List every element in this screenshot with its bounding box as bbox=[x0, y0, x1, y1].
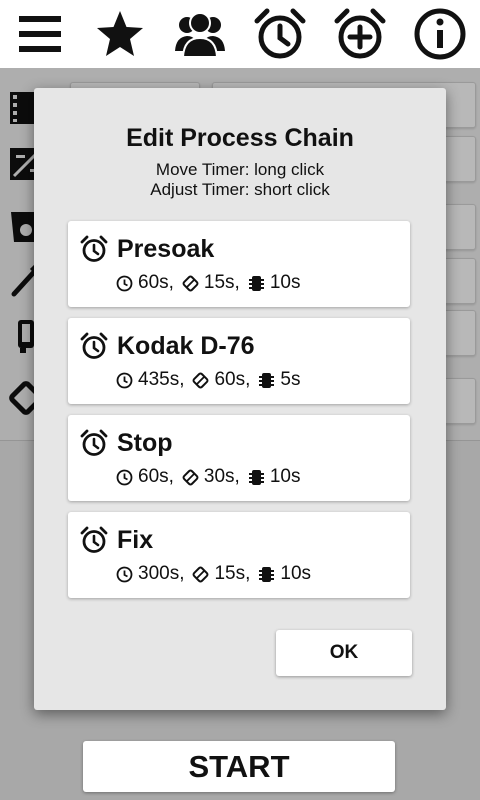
clock-icon bbox=[116, 275, 133, 291]
info-button[interactable] bbox=[410, 4, 470, 64]
menu-icon bbox=[19, 16, 61, 52]
adjust-timer-hint: Adjust Timer: short click bbox=[150, 180, 330, 199]
agitation-icon bbox=[182, 469, 199, 485]
clock-icon bbox=[116, 372, 133, 388]
step-timings: 435s, 60s, 5s bbox=[116, 369, 300, 391]
process-step[interactable]: Fix 300s, 15s, 10s bbox=[68, 512, 410, 598]
alarm-icon bbox=[80, 235, 108, 262]
info-icon bbox=[414, 8, 466, 60]
step-duration: 60s, bbox=[138, 466, 174, 487]
drain-icon bbox=[248, 275, 264, 291]
step-drain: 10s bbox=[269, 272, 301, 293]
ok-button[interactable]: OK bbox=[276, 630, 412, 676]
drain-icon bbox=[259, 372, 275, 388]
move-timer-hint: Move Timer: long click bbox=[155, 160, 325, 179]
agitation-icon bbox=[193, 566, 209, 582]
step-agitation: 30s, bbox=[203, 466, 240, 487]
step-timings: 300s, 15s, 10s bbox=[116, 563, 311, 585]
step-timings: 60s, 15s, 10s bbox=[116, 272, 300, 294]
step-timings: 60s, 30s, 10s bbox=[116, 466, 300, 488]
favorites-button[interactable] bbox=[90, 4, 150, 64]
step-drain: 10s bbox=[280, 563, 312, 584]
alarm-add-icon bbox=[334, 8, 386, 59]
step-agitation: 60s, bbox=[214, 369, 251, 390]
process-step[interactable]: Presoak 60s, 15s, 10s bbox=[68, 221, 410, 307]
people-icon bbox=[175, 12, 225, 58]
step-agitation: 15s, bbox=[214, 563, 251, 584]
step-name: Stop bbox=[117, 429, 173, 457]
alarm-clock-icon bbox=[254, 8, 306, 59]
step-duration: 60s, bbox=[138, 272, 174, 293]
step-duration: 435s, bbox=[138, 369, 185, 390]
dialog-title: Edit Process Chain bbox=[126, 124, 354, 152]
step-name: Fix bbox=[117, 526, 154, 554]
start-button[interactable]: START bbox=[83, 741, 395, 792]
step-drain: 5s bbox=[280, 369, 301, 390]
step-name: Presoak bbox=[117, 235, 215, 263]
edit-process-chain-dialog: Edit Process Chain Move Timer: long clic… bbox=[34, 88, 446, 710]
agitation-icon bbox=[193, 372, 209, 388]
agitation-icon bbox=[182, 275, 199, 291]
step-drain: 10s bbox=[269, 466, 301, 487]
star-icon bbox=[97, 11, 143, 56]
alarm-icon bbox=[80, 526, 108, 553]
drain-icon bbox=[248, 469, 264, 485]
drain-icon bbox=[259, 566, 275, 582]
clock-icon bbox=[116, 469, 133, 485]
clock-icon bbox=[116, 566, 133, 582]
step-agitation: 15s, bbox=[203, 272, 240, 293]
timers-button[interactable] bbox=[250, 4, 310, 64]
step-duration: 300s, bbox=[138, 563, 185, 584]
step-name: Kodak D-76 bbox=[117, 332, 255, 360]
add-timer-button[interactable] bbox=[330, 4, 390, 64]
process-step[interactable]: Stop 60s, 30s, 10s bbox=[68, 415, 410, 501]
menu-button[interactable] bbox=[10, 4, 70, 64]
top-toolbar bbox=[0, 0, 480, 68]
alarm-icon bbox=[80, 429, 108, 456]
process-step[interactable]: Kodak D-76 435s, 60s, 5s bbox=[68, 318, 410, 404]
community-button[interactable] bbox=[170, 4, 230, 64]
alarm-icon bbox=[80, 332, 108, 359]
